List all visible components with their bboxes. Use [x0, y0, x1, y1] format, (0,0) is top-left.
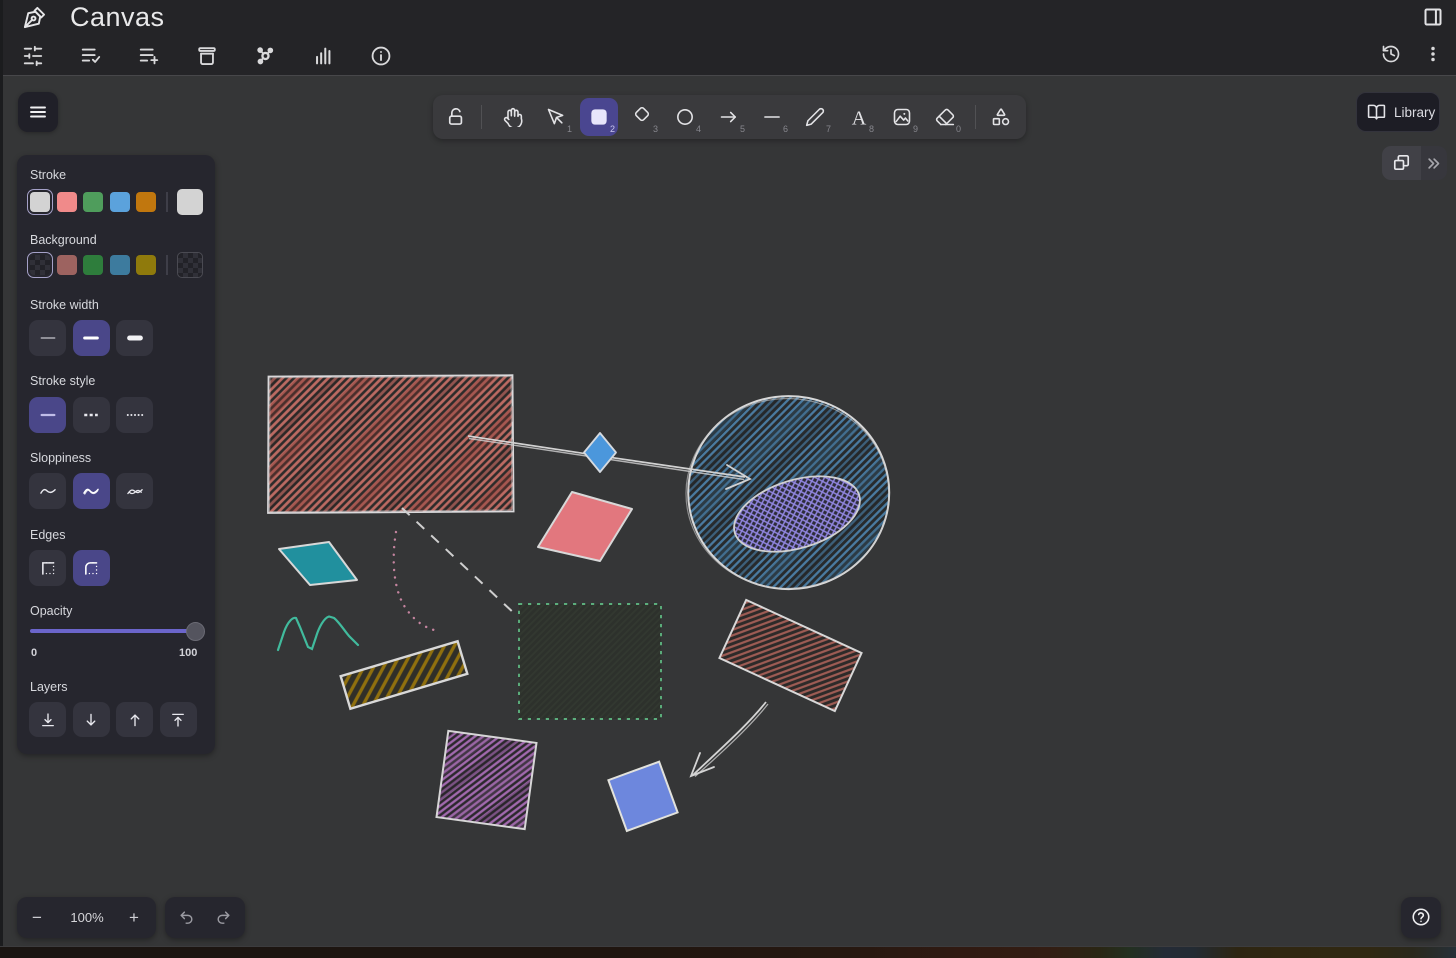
svg-text:A: A	[852, 107, 867, 129]
